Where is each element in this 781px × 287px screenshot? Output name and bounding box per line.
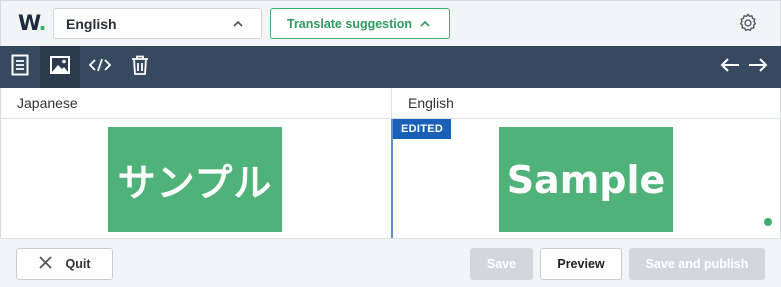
chevron-up-icon — [232, 17, 244, 35]
target-language-label: English — [408, 95, 454, 111]
arrow-right-icon — [748, 57, 768, 78]
source-image: サンプル — [108, 127, 282, 232]
image-icon — [50, 55, 70, 79]
top-bar: W. English Translate suggestion — [0, 0, 781, 46]
target-image[interactable]: Sample — [499, 127, 673, 232]
arrow-right-button[interactable] — [738, 46, 778, 88]
chevron-up-icon — [419, 17, 431, 35]
document-icon — [11, 54, 29, 81]
language-select-value: English — [66, 16, 117, 32]
edited-badge: EDITED — [393, 119, 452, 139]
source-pane-header: Japanese — [0, 88, 391, 119]
gear-icon[interactable] — [737, 12, 759, 39]
image-button[interactable] — [40, 46, 80, 88]
quit-label: Quit — [65, 257, 91, 271]
app-logo[interactable]: W. — [18, 11, 46, 35]
preview-button[interactable]: Preview — [540, 248, 622, 280]
translate-suggestion-label: Translate suggestion — [287, 17, 413, 31]
save-button[interactable]: Save — [470, 248, 533, 280]
editor-toolbar — [0, 46, 781, 88]
footer-bar: Quit Save Preview Save and publish — [0, 238, 781, 287]
close-icon — [38, 256, 66, 272]
status-indicator — [764, 218, 772, 226]
code-icon — [88, 58, 112, 77]
delete-button[interactable] — [120, 46, 160, 88]
source-language-label: Japanese — [17, 95, 78, 111]
document-button[interactable] — [0, 46, 40, 88]
language-select[interactable]: English — [53, 8, 262, 39]
quit-button[interactable]: Quit — [16, 248, 113, 280]
code-button[interactable] — [80, 46, 120, 88]
translate-suggestion-button[interactable]: Translate suggestion — [270, 8, 450, 39]
target-pane-header: English — [391, 88, 781, 119]
arrow-left-icon — [720, 57, 740, 78]
save-and-publish-button[interactable]: Save and publish — [629, 248, 765, 280]
target-pane[interactable]: EDITED Sample — [391, 119, 781, 238]
trash-icon — [131, 55, 149, 80]
source-pane: サンプル — [0, 119, 391, 238]
